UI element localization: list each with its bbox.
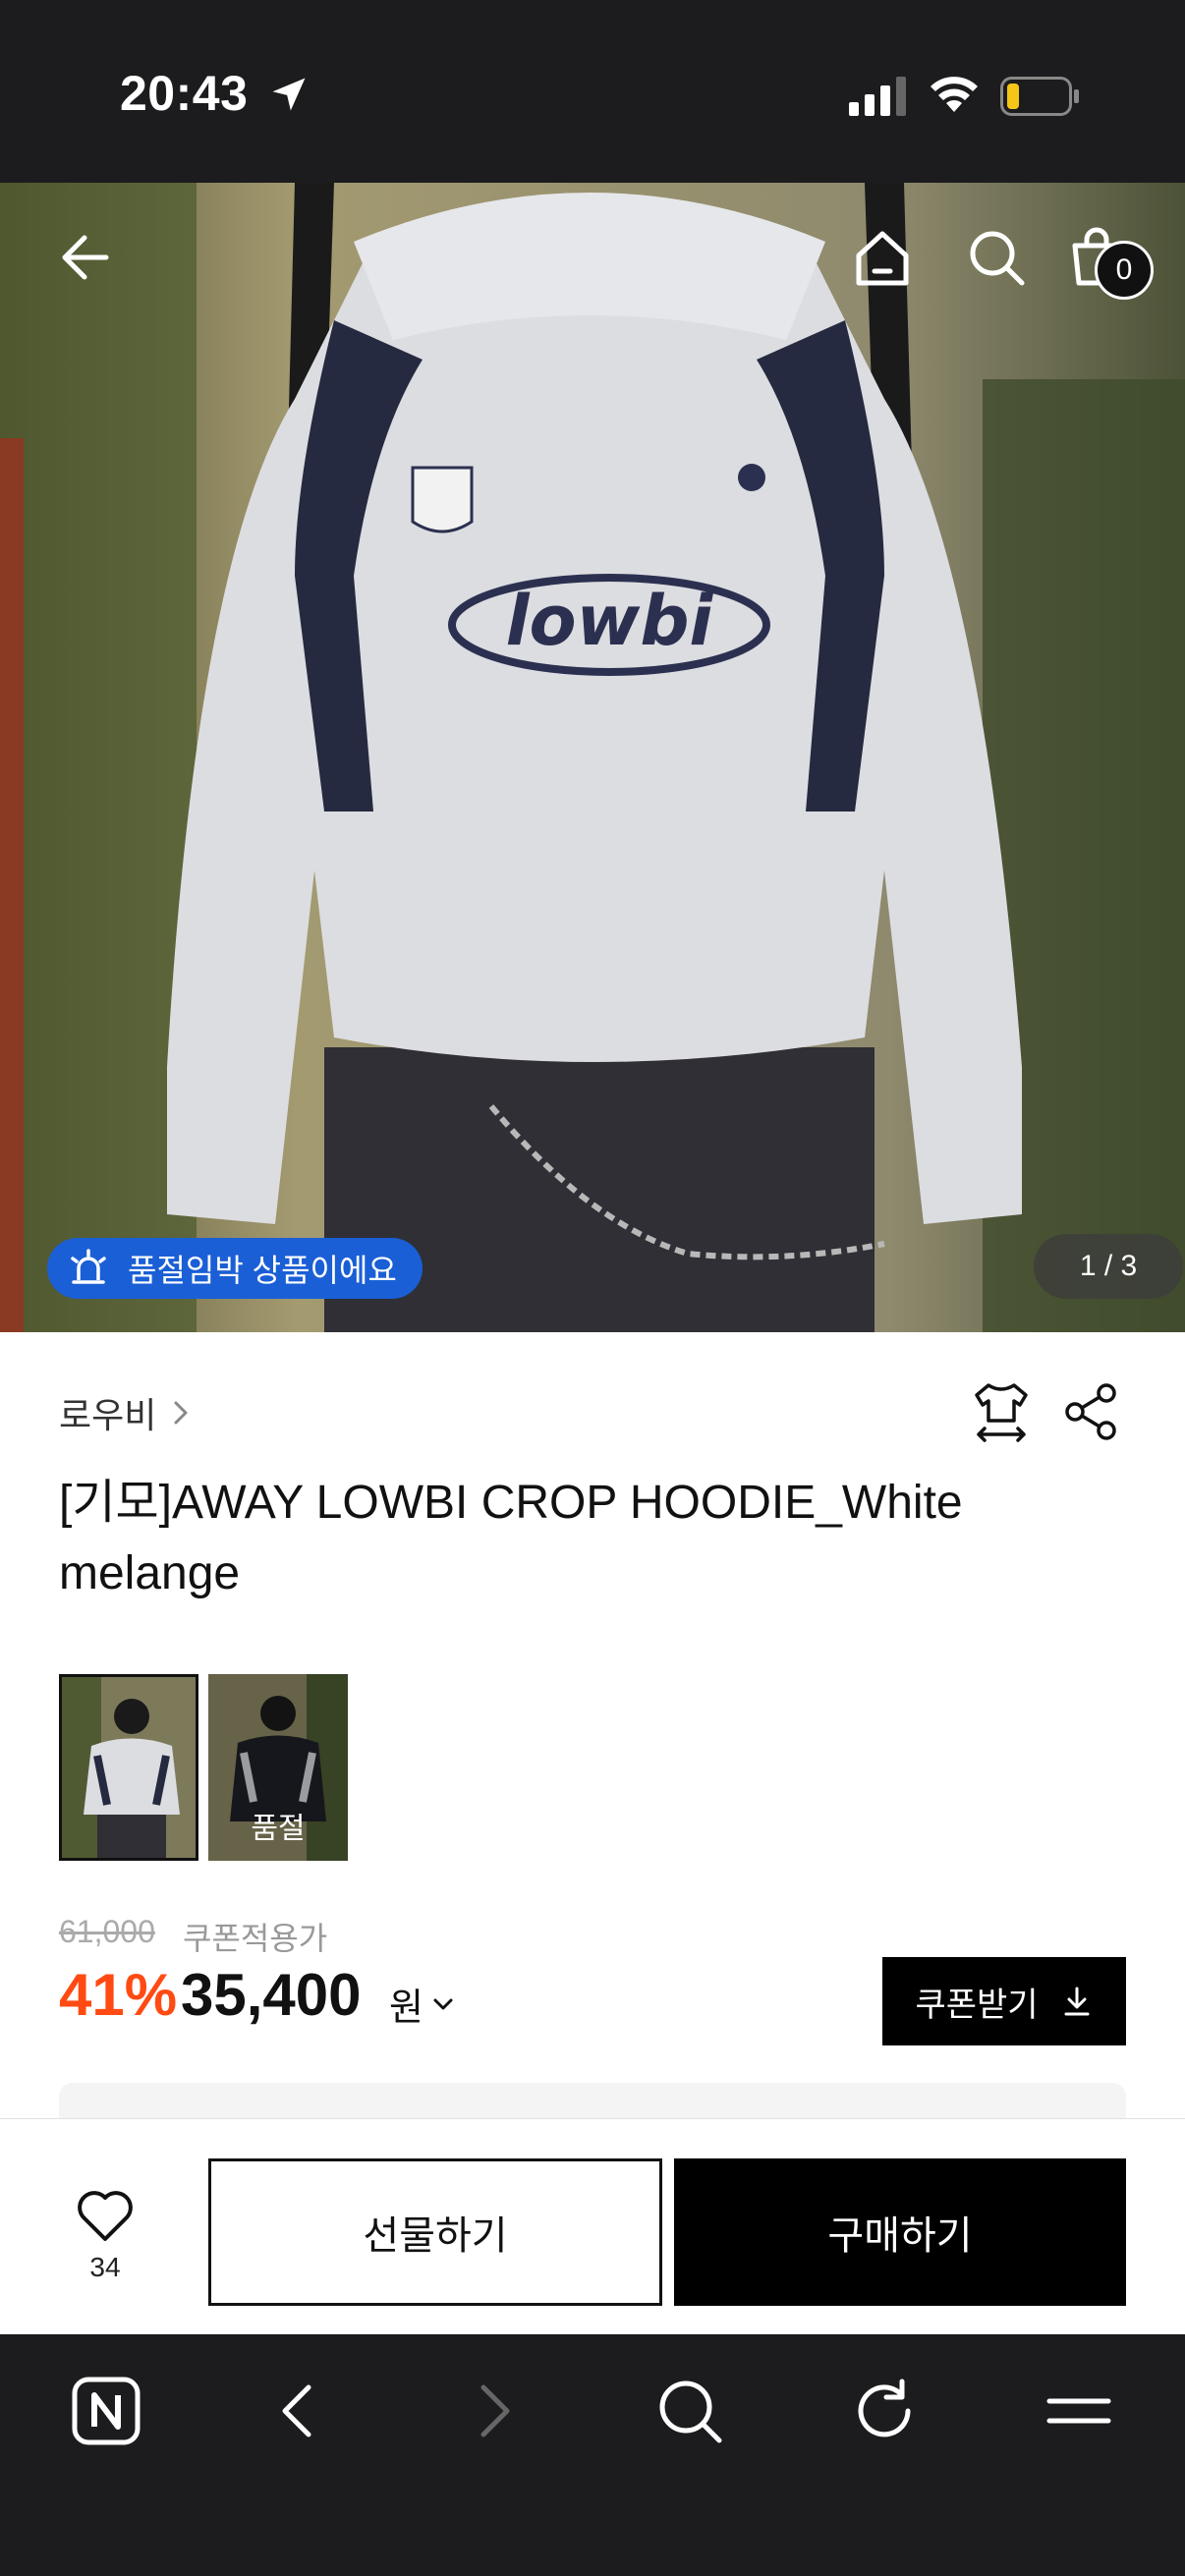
sale-price: 35,400 <box>181 1962 362 2028</box>
home-icon[interactable] <box>851 226 914 289</box>
heart-icon <box>78 2191 133 2241</box>
battery-low-icon <box>1000 77 1079 116</box>
buy-button[interactable]: 구매하기 <box>674 2158 1126 2306</box>
thumbnail-image <box>62 1677 196 1858</box>
original-price: 61,000 <box>59 1914 155 1949</box>
back-chevron-icon[interactable] <box>261 2374 336 2448</box>
product-info: 로우비 [기모]AWAY LOWBI CROP HOODIE_White mel… <box>0 1332 1185 2142</box>
naver-home-icon[interactable] <box>69 2374 143 2448</box>
product-photo: lowbi <box>0 183 1185 1332</box>
cart-count-badge: 0 <box>1095 241 1154 300</box>
soldout-soon-text: 품절임박 상품이에요 <box>128 1253 397 1288</box>
forward-chevron-icon[interactable] <box>456 2374 531 2448</box>
brand-link[interactable]: 로우비 <box>59 1387 196 1438</box>
share-icon[interactable] <box>1059 1379 1124 1444</box>
brand-name: 로우비 <box>59 1395 157 1435</box>
currency-unit: 원 <box>389 1988 423 2029</box>
thumbnail-option[interactable]: 품절 <box>208 1674 348 1861</box>
soldout-soon-chip: 품절임박 상품이에요 <box>47 1238 423 1299</box>
search-icon[interactable] <box>652 2374 727 2448</box>
get-coupon-label: 쿠폰받기 <box>915 1986 1039 2024</box>
alarm-siren-icon <box>71 1249 106 1284</box>
thumbnail-option[interactable] <box>59 1674 198 1861</box>
location-arrow-icon <box>272 78 306 111</box>
soldout-label: 품절 <box>251 1813 306 1845</box>
cellular-signal-icon <box>849 77 906 116</box>
price-detail-toggle[interactable]: 원 <box>389 1977 457 2031</box>
wifi-icon <box>931 77 978 112</box>
chevron-down-icon <box>433 1998 453 2009</box>
discount-rate: 41% <box>59 1962 178 2028</box>
like-button[interactable]: 34 <box>61 2188 149 2283</box>
chevron-right-icon <box>174 1401 188 1425</box>
get-coupon-button[interactable]: 쿠폰받기 <box>882 1957 1126 2045</box>
image-page-indicator: 1 / 3 <box>1034 1234 1183 1299</box>
browser-toolbar <box>0 2334 1185 2576</box>
menu-icon[interactable] <box>1042 2374 1116 2448</box>
search-icon[interactable] <box>965 226 1028 289</box>
gift-button[interactable]: 선물하기 <box>208 2158 662 2306</box>
status-time: 20:43 <box>120 66 249 121</box>
product-hero-image[interactable]: lowbi <box>0 183 1185 1332</box>
product-title: [기모]AWAY LOWBI CROP HOODIE_White melange <box>59 1477 963 1599</box>
download-icon <box>1064 1987 1090 2016</box>
svg-text:lowbi: lowbi <box>506 581 714 661</box>
coupon-price-label: 쿠폰적용가 <box>183 1921 328 1956</box>
size-guide-tshirt-icon[interactable] <box>969 1379 1034 1444</box>
purchase-action-bar: 34 선물하기 구매하기 <box>0 2118 1185 2334</box>
like-count: 34 <box>89 2252 121 2282</box>
back-arrow-icon[interactable] <box>55 226 118 289</box>
reload-icon[interactable] <box>847 2374 922 2448</box>
status-bar: 20:43 <box>0 0 1185 183</box>
